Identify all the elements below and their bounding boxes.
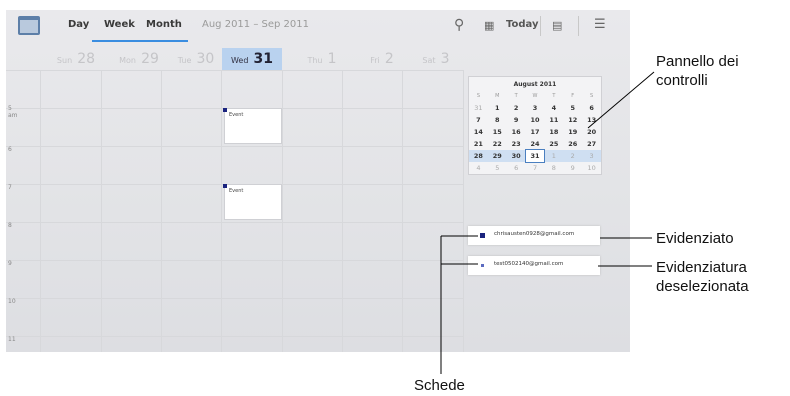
callout-controls-panel: Pannello dei controlli — [656, 53, 739, 89]
callout-line — [587, 71, 655, 129]
callout-tabs: Schede — [414, 377, 465, 394]
callout-deselected: Evidenziatura deselezionata — [656, 259, 749, 295]
callout-highlighted: Evidenziato — [656, 230, 734, 247]
